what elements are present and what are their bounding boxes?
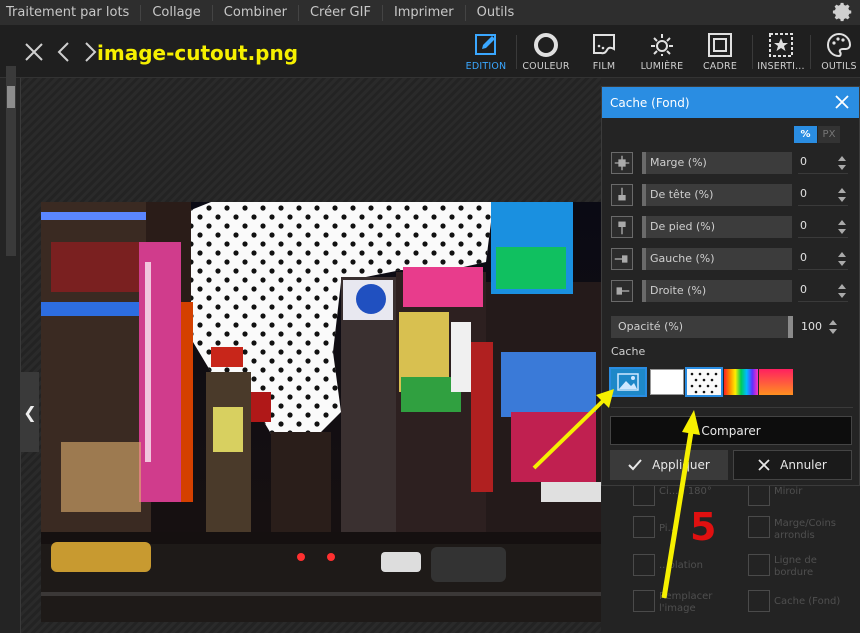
margin-slider[interactable]: Marge (%) <box>642 152 792 174</box>
tool-mirror-label[interactable]: Miroir <box>774 486 802 498</box>
mirror-icon[interactable] <box>748 484 770 506</box>
toolbar: image-cutout.png EDITION COULEUR FILM LU… <box>0 25 860 78</box>
color-circle-icon <box>534 33 558 57</box>
apply-button[interactable]: Appliquer <box>610 450 728 480</box>
tilt-icon[interactable] <box>633 516 655 538</box>
border-line-icon[interactable] <box>748 554 770 576</box>
checkmark-icon <box>628 459 642 471</box>
margin-right-icon <box>611 280 633 302</box>
tool-lumiere-label: LUMIÈRE <box>640 61 684 72</box>
tool-couleur[interactable]: COULEUR <box>516 25 576 78</box>
tool-cadre-label: CADRE <box>702 61 738 72</box>
unit-percent-toggle[interactable]: % <box>794 126 817 143</box>
cancel-label: Annuler <box>780 458 827 472</box>
tool-replace-image-label[interactable]: Remplacer l'image <box>659 591 729 615</box>
opacity-value[interactable]: 100 <box>801 320 822 333</box>
tool-lumiere[interactable]: LUMIÈRE <box>632 25 692 78</box>
menu-print[interactable]: Imprimer <box>383 4 466 21</box>
spinner-arrows-icon[interactable] <box>838 282 846 300</box>
sun-icon <box>651 34 673 56</box>
tool-edition-label: EDITION <box>465 61 507 72</box>
menu-create-gif[interactable]: Créer GIF <box>299 4 383 21</box>
chevron-left-icon: ❮ <box>23 402 37 422</box>
template-icon[interactable] <box>633 554 655 576</box>
tool-insertion-label: INSERTI... <box>757 61 805 72</box>
top-value[interactable]: 0 <box>800 187 807 200</box>
dialog-title: Cache (Fond) <box>610 95 690 110</box>
tool-outils-label: OUTILS <box>821 61 857 72</box>
tool-insertion[interactable]: INSERTI... <box>751 25 811 78</box>
close-icon <box>758 459 770 471</box>
apply-label: Appliquer <box>652 458 710 472</box>
tool-rounded-corners-label[interactable]: Marge/Coins arrondis <box>774 518 844 542</box>
margin-left-icon <box>611 248 633 270</box>
rotate-icon[interactable] <box>633 484 655 506</box>
file-name-label: image-cutout.png <box>97 41 299 65</box>
bottom-slider[interactable]: De pied (%) <box>642 216 792 238</box>
edited-photo[interactable] <box>41 202 601 622</box>
scrollbar-thumb[interactable] <box>7 86 15 108</box>
bottom-value[interactable]: 0 <box>800 219 807 232</box>
top-menu-bar: Traitement par lots Collage Combiner Cré… <box>0 0 860 25</box>
spinner-arrows-icon[interactable] <box>838 250 846 268</box>
collapse-panel-button[interactable]: ❮ <box>21 372 39 452</box>
right-value[interactable]: 0 <box>800 283 807 296</box>
tool-tilt-label[interactable]: Pi... <box>659 523 677 535</box>
frame-icon <box>708 33 732 57</box>
spinner-arrows-icon[interactable] <box>838 186 846 204</box>
gear-icon[interactable] <box>832 1 854 23</box>
cancel-button[interactable]: Annuler <box>733 450 852 480</box>
tool-couleur-label: COULEUR <box>522 61 570 72</box>
left-value[interactable]: 0 <box>800 251 807 264</box>
mask-dots-swatch[interactable] <box>685 367 723 397</box>
insert-star-icon <box>769 33 793 57</box>
top-slider[interactable]: De tête (%) <box>642 184 792 206</box>
menu-batch[interactable]: Traitement par lots <box>0 4 142 21</box>
mask-image-swatch[interactable] <box>609 367 647 397</box>
film-icon <box>593 34 615 55</box>
margin-all-icon <box>611 152 633 174</box>
spinner-arrows-icon[interactable] <box>838 218 846 236</box>
tool-rotate-label[interactable]: Ci...d 180° <box>659 486 712 498</box>
tool-film-label: FILM <box>592 61 616 72</box>
chevron-left-icon[interactable] <box>54 41 74 63</box>
mask-rainbow-swatch[interactable] <box>724 369 758 395</box>
right-slider[interactable]: Droite (%) <box>642 280 792 302</box>
tool-template-label[interactable]: ...plation <box>659 560 703 572</box>
edit-icon <box>475 34 496 55</box>
adjust-tools-panel: Ci...d 180° Miroir Pi... Marge/Coins arr… <box>601 478 860 633</box>
tool-film[interactable]: FILM <box>574 25 634 78</box>
spinner-arrows-icon[interactable] <box>829 318 837 336</box>
left-slider[interactable]: Gauche (%) <box>642 248 792 270</box>
step-number-label: 5 <box>690 505 717 549</box>
replace-image-icon[interactable] <box>633 590 655 612</box>
menu-combine[interactable]: Combiner <box>213 4 299 21</box>
rounded-corners-icon[interactable] <box>748 516 770 538</box>
menu-tools[interactable]: Outils <box>466 5 526 21</box>
mask-gradient-swatch[interactable] <box>759 369 793 395</box>
opacity-slider[interactable]: Opacité (%) <box>611 316 793 338</box>
background-mask-icon[interactable] <box>748 590 770 612</box>
palette-icon <box>827 32 852 58</box>
compare-button[interactable]: Comparer <box>610 416 852 445</box>
spinner-arrows-icon[interactable] <box>838 154 846 172</box>
tool-border-line-label[interactable]: Ligne de bordure <box>774 555 834 579</box>
mask-white-swatch[interactable] <box>650 369 684 395</box>
tool-outils[interactable]: OUTILS <box>809 25 860 78</box>
unit-pixel-toggle[interactable]: PX <box>818 126 840 143</box>
close-icon[interactable] <box>834 94 850 110</box>
background-mask-dialog: Cache (Fond) % PX Marge (%) 0 De tête (%… <box>601 86 860 486</box>
tool-cadre[interactable]: CADRE <box>690 25 750 78</box>
cache-section-label: Cache <box>611 345 646 358</box>
menu-collage[interactable]: Collage <box>141 4 213 21</box>
tool-background-mask-label[interactable]: Cache (Fond) <box>774 596 840 608</box>
margin-bottom-icon <box>611 216 633 238</box>
dialog-title-bar: Cache (Fond) <box>602 87 859 118</box>
tool-edition[interactable]: EDITION <box>456 25 516 78</box>
margin-value[interactable]: 0 <box>800 155 807 168</box>
margin-top-icon <box>611 184 633 206</box>
close-icon[interactable] <box>24 41 44 63</box>
